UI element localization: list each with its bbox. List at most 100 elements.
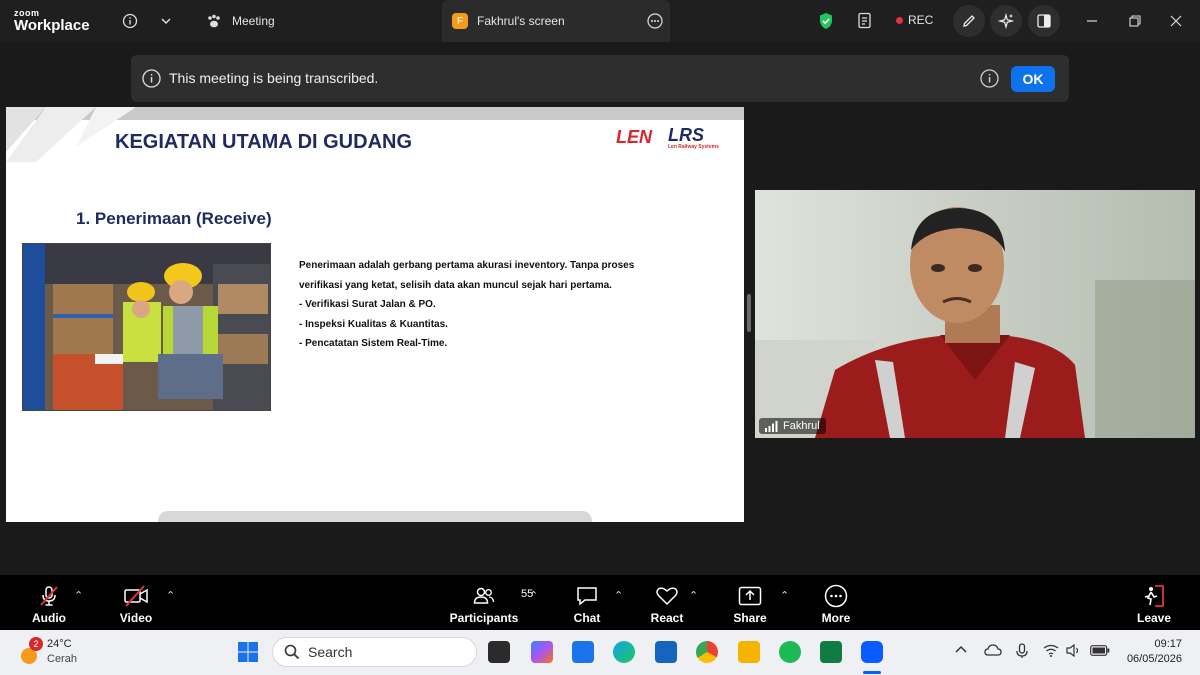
- battery-icon[interactable]: [1090, 645, 1110, 656]
- recording-indicator[interactable]: REC: [896, 13, 933, 27]
- audio-options-caret-icon[interactable]: ⌃: [74, 589, 83, 602]
- search-placeholder: Search: [308, 644, 353, 660]
- shared-screen-slide: KEGIATAN UTAMA DI GUDANG LEN LRS Len Rai…: [6, 107, 744, 522]
- rec-label: REC: [908, 13, 934, 27]
- weather-condition: Cerah: [47, 653, 77, 665]
- participants-button[interactable]: 55 Participants: [449, 575, 533, 630]
- audio-label: Audio: [32, 611, 66, 625]
- close-icon[interactable]: [1166, 11, 1186, 31]
- slide-scroll-pill: [158, 511, 592, 522]
- lrs-logo: LRS Len Railway Systems: [668, 125, 719, 150]
- len-logo: LEN: [616, 127, 652, 148]
- leave-button[interactable]: Leave: [1136, 575, 1172, 630]
- more-options-icon[interactable]: [647, 13, 663, 29]
- share-button[interactable]: Share: [730, 575, 770, 630]
- spotify-icon[interactable]: [779, 641, 801, 663]
- share-label: Share: [733, 611, 767, 625]
- video-button[interactable]: Video: [116, 575, 156, 630]
- microphone-icon[interactable]: [1015, 643, 1029, 659]
- participants-label: Participants: [449, 611, 519, 625]
- paw-icon: [206, 13, 222, 29]
- more-dots-icon: [824, 583, 848, 609]
- tab-fakhrul-screen[interactable]: F Fakhrul's screen: [442, 0, 670, 42]
- notes-icon[interactable]: [855, 11, 875, 31]
- share-screen-icon: [738, 583, 762, 609]
- muted-mic-icon: [37, 583, 61, 609]
- panel-icon: [1037, 14, 1051, 28]
- copilot-icon[interactable]: [531, 641, 553, 663]
- chat-icon: [576, 583, 598, 609]
- tray-chevron-up-icon[interactable]: [954, 643, 968, 657]
- ok-button[interactable]: OK: [1011, 66, 1055, 92]
- chat-label: Chat: [573, 611, 601, 625]
- chat-caret-icon[interactable]: ⌃: [614, 589, 623, 602]
- video-options-caret-icon[interactable]: ⌃: [166, 589, 175, 602]
- active-app-indicator: [863, 671, 881, 674]
- clock-date: 06/05/2026: [1126, 653, 1182, 665]
- weather-alert-badge: 2: [29, 637, 43, 651]
- minimize-icon[interactable]: [1082, 11, 1102, 31]
- edge-browser-icon[interactable]: [613, 641, 635, 663]
- task-view-icon[interactable]: [488, 641, 510, 663]
- banner-info-icon[interactable]: [980, 69, 999, 88]
- clock-time: 09:17: [1154, 638, 1182, 650]
- ai-companion-button[interactable]: [990, 5, 1022, 37]
- react-caret-icon[interactable]: ⌃: [689, 589, 698, 602]
- info-icon: [142, 69, 161, 88]
- participants-icon: 55: [473, 583, 533, 609]
- slide-bullet: - Pencatatan Sistem Real-Time.: [299, 338, 448, 349]
- volume-icon[interactable]: [1066, 644, 1082, 657]
- taskbar-search[interactable]: Search: [272, 637, 477, 667]
- search-icon: [284, 644, 300, 660]
- microsoft-store-icon[interactable]: [572, 641, 594, 663]
- participant-name-label: Fakhrul: [759, 418, 826, 434]
- chevron-down-icon[interactable]: [156, 11, 176, 31]
- system-clock[interactable]: 09:17 06/05/2026: [1127, 637, 1182, 667]
- slide-bullet: - Verifikasi Surat Jalan & PO.: [299, 299, 436, 310]
- zoom-workplace-logo: zoom Workplace: [14, 9, 90, 34]
- zoom-window: zoom Workplace Meeting F Fakhrul's scree…: [0, 0, 1200, 675]
- leave-label: Leave: [1136, 611, 1172, 625]
- wifi-icon[interactable]: [1043, 644, 1059, 657]
- share-caret-icon[interactable]: ⌃: [780, 589, 789, 602]
- audio-button[interactable]: Audio: [28, 575, 70, 630]
- participants-caret-icon[interactable]: ⌃: [529, 589, 538, 602]
- transcription-banner: This meeting is being transcribed. OK: [131, 55, 1069, 102]
- more-label: More: [821, 611, 851, 625]
- more-button[interactable]: More: [816, 575, 856, 630]
- heart-icon: [655, 583, 679, 609]
- meeting-info-icon[interactable]: [120, 11, 140, 31]
- windows-start-icon[interactable]: [237, 641, 259, 663]
- react-label: React: [650, 611, 684, 625]
- encryption-shield-icon[interactable]: [816, 11, 836, 31]
- slide-body-line: verifikasi yang ketat, selisih data akan…: [299, 279, 612, 291]
- onedrive-sync-icon[interactable]: [984, 643, 1002, 659]
- meeting-controls-toolbar: Audio ⌃ Video ⌃ 55 Participants ⌃ Chat ⌃: [0, 575, 1200, 630]
- video-off-icon: [123, 583, 149, 609]
- video-label: Video: [119, 611, 153, 625]
- signal-strength-icon: [765, 420, 778, 432]
- zoom-app-icon[interactable]: [861, 641, 883, 663]
- tab-meeting[interactable]: Meeting: [206, 0, 285, 42]
- chrome-icon[interactable]: [696, 641, 718, 663]
- annotate-pen-button[interactable]: [953, 5, 985, 37]
- windows-taskbar: 2 24°C Cerah Search 09:17 06/05/2026: [0, 630, 1200, 675]
- chat-button[interactable]: Chat: [567, 575, 607, 630]
- side-panel-button[interactable]: [1028, 5, 1060, 37]
- sparkle-icon: [998, 13, 1014, 29]
- participant-video-tile[interactable]: Fakhrul: [755, 190, 1195, 438]
- len-logo-text: LEN: [616, 127, 652, 147]
- slide-title: KEGIATAN UTAMA DI GUDANG: [115, 131, 413, 153]
- panel-splitter-handle[interactable]: [747, 294, 751, 332]
- participant-video-feed: [755, 190, 1195, 438]
- react-button[interactable]: React: [646, 575, 688, 630]
- title-bar: zoom Workplace Meeting F Fakhrul's scree…: [0, 0, 1200, 42]
- leave-door-icon: [1142, 583, 1166, 609]
- lrs-caption: Len Railway Systems: [668, 144, 719, 150]
- excel-icon[interactable]: [820, 641, 842, 663]
- tab-screen-label: Fakhrul's screen: [477, 14, 565, 28]
- remote-desktop-icon[interactable]: [655, 641, 677, 663]
- file-explorer-icon[interactable]: [738, 641, 760, 663]
- banner-message: This meeting is being transcribed.: [169, 70, 379, 86]
- restore-icon[interactable]: [1125, 11, 1145, 31]
